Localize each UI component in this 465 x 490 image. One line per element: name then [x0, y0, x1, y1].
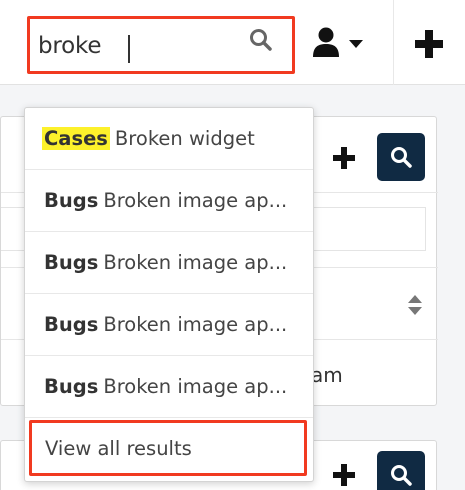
search-result-item[interactable]: Cases Broken widget: [25, 108, 313, 170]
search-result-item[interactable]: Bugs Broken image ap...: [25, 294, 313, 356]
view-all-results-link[interactable]: View all results: [29, 420, 307, 476]
user-icon: [313, 27, 339, 57]
top-navbar: [0, 0, 465, 85]
result-title: Broken image ap...: [103, 251, 288, 274]
global-search-box[interactable]: [27, 16, 295, 74]
plus-icon[interactable]: [333, 147, 355, 169]
dashlet-row-text: am: [311, 363, 343, 387]
search-result-item[interactable]: Bugs Broken image ap...: [25, 356, 313, 418]
result-module: Bugs: [44, 189, 99, 212]
quick-create-plus-icon[interactable]: [414, 29, 444, 59]
dashlet-search-button[interactable]: [377, 133, 425, 181]
result-module: Bugs: [44, 375, 99, 398]
result-module: Cases: [42, 127, 110, 150]
search-icon: [391, 465, 412, 486]
result-title: Broken widget: [114, 127, 255, 150]
search-result-item[interactable]: Bugs Broken image ap...: [25, 232, 313, 294]
result-module: Bugs: [44, 251, 99, 274]
search-icon: [391, 147, 412, 168]
user-menu-button[interactable]: [312, 26, 372, 60]
search-input[interactable]: [38, 31, 238, 61]
result-title: Broken image ap...: [103, 313, 288, 336]
sort-icon[interactable]: [407, 294, 423, 316]
caret-down-icon: [349, 40, 363, 48]
result-title: Broken image ap...: [103, 189, 288, 212]
search-result-item[interactable]: Bugs Broken image ap...: [25, 170, 313, 232]
text-cursor: [128, 35, 130, 63]
search-icon[interactable]: [248, 27, 274, 53]
dashlet-search-button[interactable]: [377, 451, 425, 490]
result-title: Broken image ap...: [103, 375, 288, 398]
plus-icon[interactable]: [333, 464, 355, 486]
search-results-dropdown: Cases Broken widget Bugs Broken image ap…: [24, 107, 314, 482]
navbar-divider: [393, 0, 394, 85]
result-module: Bugs: [44, 313, 99, 336]
